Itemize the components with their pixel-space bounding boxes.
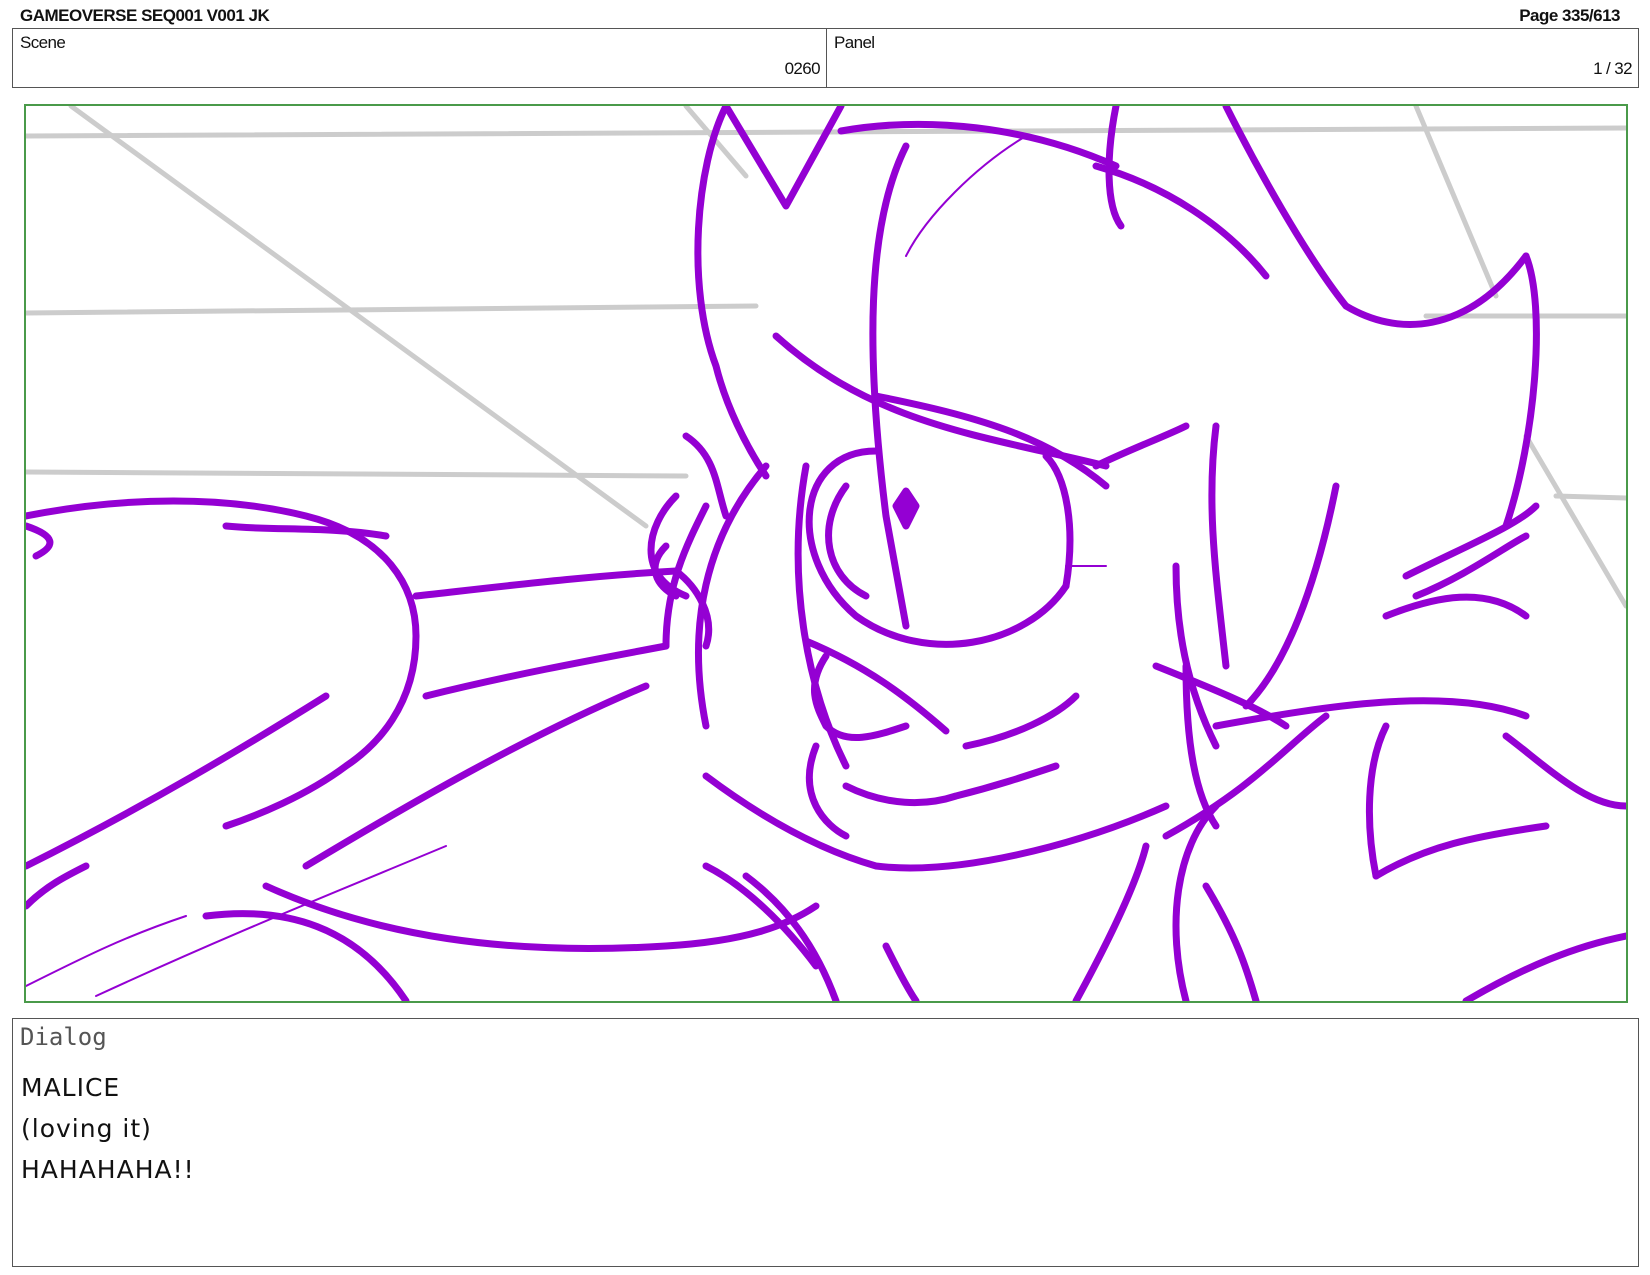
panel-cell: Panel 1 / 32 [827,29,1638,87]
page-header: GAMEOVERSE SEQ001 V001 JK Page 335/613 [20,6,1630,28]
character-sketch [26,106,1626,1001]
page-number: Page 335/613 [1519,6,1620,25]
dialog-line-character: MALICE [21,1073,121,1102]
document-title: GAMEOVERSE SEQ001 V001 JK [20,6,270,25]
dialog-lines: MALICE (loving it) HAHAHAHA!! [21,1067,195,1190]
scene-label: Scene [20,33,66,52]
sketch-drawing [26,106,1626,1001]
panel-value: 1 / 32 [1593,59,1633,78]
scene-value: 0260 [784,59,821,78]
storyboard-frame [24,104,1628,1003]
dialog-box: Dialog MALICE (loving it) HAHAHAHA!! [12,1018,1639,1267]
panel-label: Panel [834,33,875,52]
scene-cell: Scene 0260 [13,29,827,87]
dialog-line-speech: HAHAHAHA!! [21,1155,195,1184]
dialog-line-parenthetical: (loving it) [21,1114,152,1143]
scene-panel-info: Scene 0260 Panel 1 / 32 [12,28,1639,88]
dialog-label: Dialog [20,1023,107,1051]
